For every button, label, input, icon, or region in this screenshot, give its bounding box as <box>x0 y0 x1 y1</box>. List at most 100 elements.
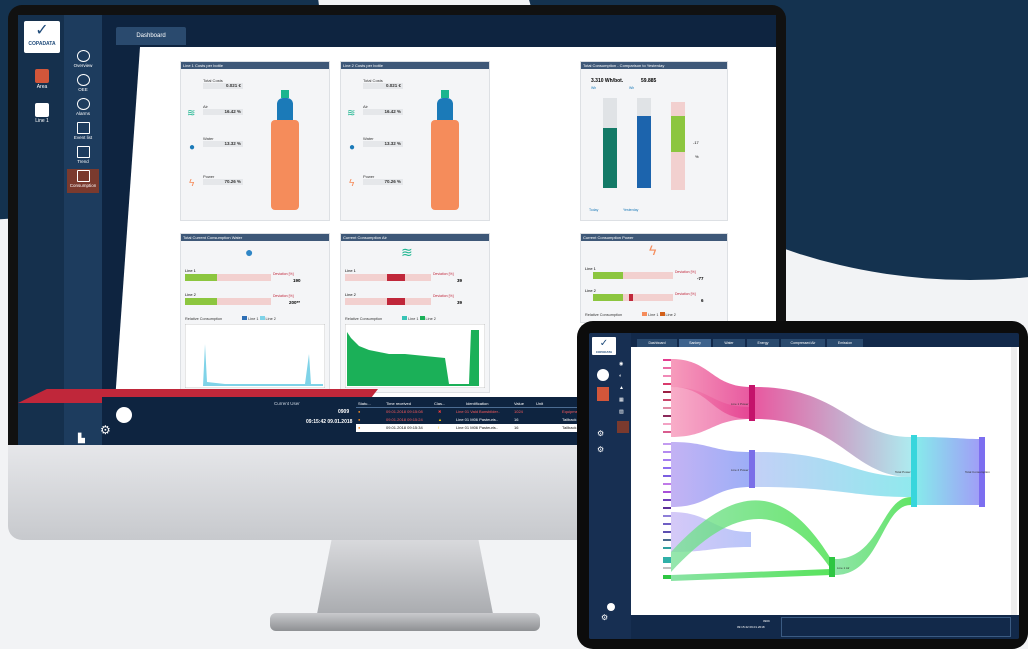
line2-label: Line 2 <box>345 292 356 297</box>
col-time[interactable]: Time received <box>386 401 411 406</box>
tab-dashboard[interactable]: Dashboard <box>116 27 186 45</box>
gear-icon[interactable]: ⚙ <box>597 429 604 438</box>
line2-label: Line 2 <box>185 292 196 297</box>
bottle-neck <box>277 98 293 120</box>
nav-trend[interactable]: Trend <box>67 145 99 169</box>
gauge-icon[interactable]: ◐ <box>619 373 622 379</box>
logo-text: COPADATA <box>28 41 56 47</box>
power-cost: Power 70.26 % <box>363 174 403 185</box>
deviation-label: Deviation [%] <box>675 292 696 296</box>
source-node[interactable] <box>663 575 671 579</box>
nav-event-list[interactable]: Event list <box>67 121 99 145</box>
source-node[interactable] <box>663 507 671 509</box>
tab-sankey[interactable]: Sankey <box>679 339 711 347</box>
value: 13.32 % <box>203 141 243 147</box>
tab-compressed-air[interactable]: Compressed Air <box>781 339 825 347</box>
col-identification[interactable]: Identification <box>466 401 488 406</box>
source-node[interactable] <box>663 567 671 569</box>
source-node[interactable] <box>663 467 671 469</box>
warning-icon: ▲ <box>438 417 442 422</box>
legend-item: Line 2 <box>265 317 276 321</box>
sidebar-item-area[interactable]: Area <box>22 67 62 99</box>
source-node[interactable] <box>663 539 671 541</box>
factory-icon[interactable] <box>597 387 609 401</box>
source-node[interactable] <box>663 515 671 517</box>
node-line1-air[interactable] <box>829 557 835 577</box>
nav-overview[interactable]: Overview <box>67 49 99 73</box>
source-node[interactable] <box>663 443 671 445</box>
eye-icon[interactable]: ◉ <box>619 361 623 367</box>
alarm-time: 09.01.2018 09:15:24 <box>386 417 423 422</box>
settings-icon[interactable]: ⚙ <box>100 423 111 437</box>
source-node[interactable] <box>663 557 671 563</box>
col-status[interactable]: Statu... <box>358 401 371 406</box>
bell-icon[interactable]: ▲ <box>619 385 624 391</box>
source-node[interactable] <box>663 523 671 525</box>
deviation-value: 6 <box>701 298 704 303</box>
nav-alarms[interactable]: Alarms <box>67 97 99 121</box>
tab-energy[interactable]: Energy <box>747 339 779 347</box>
source-node[interactable] <box>663 415 671 417</box>
tab-water[interactable]: Water <box>713 339 745 347</box>
value: 0.021 € <box>363 83 403 89</box>
legend: Relative Consumption Line 1 Line 2 <box>345 316 436 321</box>
tab-dashboard[interactable]: Dashboard <box>637 339 677 347</box>
source-node[interactable] <box>663 359 671 361</box>
trend-icon[interactable]: ▨ <box>619 409 624 415</box>
water-drop-icon: ● <box>349 142 356 153</box>
panel-comparison: Total Consumption - Comparison to Yester… <box>580 61 728 221</box>
col-value[interactable]: Value <box>514 401 524 406</box>
datetime: 09:15:42 09.01.2018 <box>737 625 765 629</box>
yesterday-value: 59.885 <box>641 78 657 84</box>
tablet: ✓ COPADATA ◉ ◐ ▲ ▦ ▨ ⚙ ⚙ ⚙ Dashboard Sank… <box>577 321 1028 649</box>
source-node[interactable] <box>663 499 671 501</box>
source-node[interactable] <box>663 459 671 461</box>
source-node[interactable] <box>663 491 671 493</box>
source-node[interactable] <box>663 531 671 533</box>
tab-emission[interactable]: Emission <box>827 339 863 347</box>
source-node[interactable] <box>663 475 671 477</box>
settings-icon[interactable]: ⚙ <box>601 613 608 622</box>
source-node[interactable] <box>663 451 671 453</box>
factory-icon: ▙ <box>78 433 85 443</box>
user-icon[interactable] <box>116 407 132 423</box>
nav-consumption[interactable]: Consumption <box>67 169 99 193</box>
nav-oee[interactable]: OEE <box>67 73 99 97</box>
overview-icon[interactable] <box>597 369 609 381</box>
sidebar-item-line1[interactable]: Line 1 <box>22 101 62 133</box>
node-line2-power[interactable] <box>749 450 755 488</box>
scrollbar[interactable] <box>1011 347 1017 615</box>
panel-title: Line 1 Costs per bottle <box>181 62 329 69</box>
source-node[interactable] <box>663 375 671 377</box>
col-class[interactable]: Clas... <box>434 401 445 406</box>
panel-power: Current Consumption Power ϟ Line 1 Devia… <box>580 233 728 323</box>
source-node[interactable] <box>663 547 671 549</box>
legend-item: Line 2 <box>425 317 436 321</box>
legend-item: Line 2 <box>665 313 676 317</box>
alarm-id: Line 01 M06 Pasteuris.. <box>456 425 499 430</box>
source-node[interactable] <box>663 391 671 393</box>
source-node[interactable] <box>663 367 671 369</box>
gear-icon[interactable]: ⚙ <box>597 445 604 454</box>
panel-title: Total Consumption - Comparison to Yester… <box>581 62 727 69</box>
source-node[interactable] <box>663 407 671 409</box>
bell-icon <box>76 98 90 110</box>
col-unit[interactable]: Unit <box>536 401 543 406</box>
consumption-icon[interactable] <box>617 421 629 433</box>
source-node[interactable] <box>663 383 671 385</box>
user-icon[interactable] <box>607 603 615 611</box>
factory-icon <box>35 69 49 83</box>
unit: Wh <box>591 86 597 90</box>
deviation-label: Deviation [%] <box>273 294 294 298</box>
water-drop-icon: ● <box>189 142 196 153</box>
node-line1-power[interactable] <box>749 385 755 421</box>
alarm-list[interactable] <box>781 617 1011 637</box>
node-total-power[interactable] <box>911 435 917 507</box>
air-icon: ≋ <box>401 244 413 260</box>
source-node[interactable] <box>663 399 671 401</box>
source-node[interactable] <box>663 483 671 485</box>
source-node[interactable] <box>663 423 671 425</box>
bottle-graphic <box>431 90 459 210</box>
source-node[interactable] <box>663 431 671 433</box>
calendar-icon[interactable]: ▦ <box>619 397 624 403</box>
